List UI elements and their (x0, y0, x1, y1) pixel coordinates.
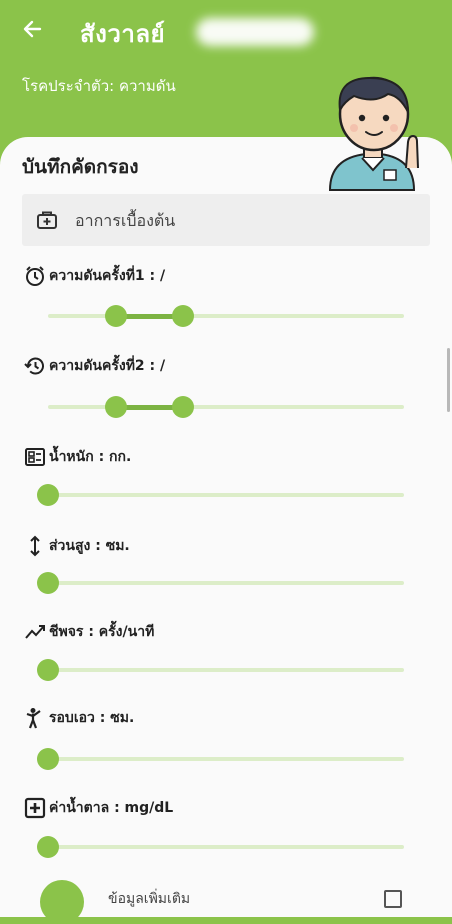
redacted-name (196, 18, 314, 46)
sugar-text: ค่าน้ำตาล : mg/dL (49, 800, 174, 816)
medical-bag-icon (37, 211, 57, 229)
chronic-disease-label: โรคประจำตัว: ความดัน (22, 77, 176, 95)
alarm-icon (26, 266, 44, 286)
bp-second-label: ความดันครั้งที่2 : / (24, 355, 165, 377)
bp-first-slider[interactable] (48, 305, 404, 327)
doctor-avatar-icon (328, 76, 419, 191)
pulse-thumb[interactable] (37, 659, 59, 681)
bp-second-slider[interactable] (48, 396, 404, 418)
more-info-label: ข้อมูลเพิ่มเติม (108, 891, 191, 907)
height-slider[interactable] (37, 572, 404, 594)
pulse-slider[interactable] (37, 659, 404, 681)
waist-icon (26, 708, 41, 729)
sugar-label: ค่าน้ำตาล : mg/dL (24, 797, 173, 819)
avatar (318, 66, 430, 194)
pulse-icon (25, 625, 45, 639)
initial-symptoms-section[interactable]: อาการเบื้องต้น (22, 194, 430, 246)
bp-first-text: ความดันครั้งที่1 : / (49, 268, 166, 284)
pulse-label: ชีพจร : ครั้ง/นาที (24, 621, 154, 643)
bp-second-thumb-low[interactable] (104, 396, 127, 418)
bp-first-thumb-low[interactable] (104, 305, 127, 327)
sugar-icon (24, 797, 46, 819)
section-label: อาการเบื้องต้น (75, 211, 176, 230)
page-title: สังวาลย์ (80, 20, 166, 48)
pulse-text: ชีพจร : ครั้ง/นาที (49, 624, 155, 640)
sugar-thumb[interactable] (37, 836, 59, 858)
bp-second-text: ความดันครั้งที่2 : / (49, 358, 166, 374)
waist-text: รอบเอว : ซม. (49, 710, 135, 726)
weight-thumb[interactable] (37, 484, 59, 506)
scale-icon (25, 448, 45, 466)
back-button[interactable] (20, 14, 46, 44)
height-thumb[interactable] (37, 572, 59, 594)
sugar-slider[interactable] (37, 836, 404, 858)
scrollbar[interactable] (447, 348, 450, 412)
arrow-left-icon (23, 20, 42, 38)
waist-thumb[interactable] (37, 748, 59, 770)
card-title: บันทึกคัดกรอง (22, 156, 139, 178)
history-icon (24, 357, 44, 375)
waist-label: รอบเอว : ซม. (24, 707, 134, 729)
weight-slider[interactable] (37, 484, 404, 506)
height-text: ส่วนสูง : ซม. (49, 538, 130, 554)
more-info-checkbox[interactable] (384, 890, 402, 908)
bp-first-label: ความดันครั้งที่1 : / (24, 265, 165, 287)
height-icon (30, 535, 40, 557)
height-label: ส่วนสูง : ซม. (24, 535, 130, 557)
waist-slider[interactable] (37, 748, 404, 770)
weight-label: น้ำหนัก : กก. (24, 446, 131, 468)
weight-text: น้ำหนัก : กก. (49, 449, 132, 465)
info-fab[interactable] (40, 880, 84, 924)
